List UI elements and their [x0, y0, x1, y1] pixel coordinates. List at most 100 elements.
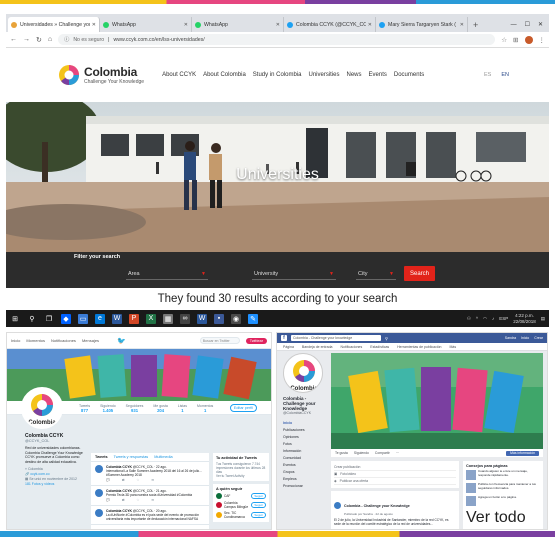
- nav-documents[interactable]: Documents: [394, 72, 424, 78]
- city-select[interactable]: City ▼: [356, 268, 396, 280]
- powerpoint-icon[interactable]: P: [129, 313, 139, 324]
- suggested-account[interactable]: Sec. TIC Cundinamarca Seguir: [216, 511, 266, 519]
- like-icon[interactable]: ♡: [137, 498, 140, 502]
- ccyk-logo[interactable]: Colombia Challenge Your Knowledge: [58, 64, 144, 86]
- wifi-icon[interactable]: ◠: [483, 316, 487, 322]
- tab-tweets[interactable]: Tweets: [95, 455, 108, 459]
- back-icon[interactable]: ←: [10, 36, 17, 43]
- twitter-nav-messages[interactable]: Mensajes: [82, 338, 99, 343]
- facebook-search-input[interactable]: Colombia - Challenge your knowledge: [291, 335, 381, 341]
- calculator-icon[interactable]: ▦: [163, 313, 173, 324]
- fb-profile-link[interactable]: Sandra: [505, 336, 516, 340]
- star-icon[interactable]: ☆: [501, 36, 507, 44]
- stat-tweets[interactable]: Tweets 877: [79, 404, 90, 414]
- browser-tab-whatsapp[interactable]: WhatsApp ✕: [100, 17, 192, 32]
- fb-tip-item[interactable]: Agrega un botón a tu página.: [466, 495, 540, 506]
- fb-create-post-input[interactable]: Crear publicación: [334, 464, 456, 471]
- fb-left-nav-item[interactable]: Publicaciones: [283, 426, 327, 433]
- excel-icon[interactable]: X: [146, 313, 156, 324]
- edge-icon[interactable]: e: [95, 313, 105, 324]
- share-icon[interactable]: ✉: [152, 478, 155, 482]
- reload-icon[interactable]: ↻: [36, 36, 42, 44]
- paint-icon[interactable]: ✎: [248, 313, 258, 324]
- fb-learn-more-button[interactable]: Más información: [506, 450, 539, 456]
- twitter-nav-home[interactable]: Inicio: [11, 338, 20, 343]
- stat-lists[interactable]: Listas 1: [178, 404, 187, 414]
- university-select[interactable]: University ▼: [252, 268, 336, 280]
- language-indicator[interactable]: ESP: [499, 316, 508, 321]
- minimize-icon[interactable]: —: [511, 22, 517, 28]
- twitter-nav-notifications[interactable]: Notificaciones: [51, 338, 76, 343]
- tweet[interactable]: Colombia CCYK @CCYK_COL · 20 ago. La #Un…: [91, 506, 209, 525]
- word-icon[interactable]: W: [112, 313, 122, 324]
- browser-tab-universidades[interactable]: Universidades » Challenge you... ✕: [8, 17, 100, 32]
- follow-button[interactable]: Seguir: [251, 512, 266, 518]
- retweet-icon[interactable]: ⇄: [122, 498, 125, 502]
- address-bar[interactable]: ⓘ No es seguro | www.ccyk.com.co/en/lss-…: [58, 34, 496, 45]
- suggested-account[interactable]: CAF Seguir: [216, 493, 266, 499]
- fb-offer-button[interactable]: ◈ Publicar una oferta: [334, 478, 456, 485]
- network-app-icon[interactable]: ∞: [180, 313, 190, 324]
- close-tab-icon[interactable]: ✕: [368, 22, 372, 28]
- tab-tweets-replies[interactable]: Tweets y respuestas: [114, 455, 149, 459]
- forward-icon[interactable]: →: [23, 36, 30, 43]
- share-icon[interactable]: ✉: [152, 498, 155, 502]
- windows-start-icon[interactable]: ⊞: [10, 314, 20, 324]
- fb-tab-insights[interactable]: Estadísticas: [370, 345, 389, 349]
- task-view-icon[interactable]: ❐: [44, 314, 54, 324]
- fb-tab-notifications[interactable]: Notificaciones: [340, 345, 362, 349]
- twitter-search-input[interactable]: Buscar en Twitter: [199, 337, 240, 344]
- nav-universities[interactable]: Universities: [309, 72, 340, 78]
- lang-es[interactable]: ES: [484, 72, 491, 78]
- fb-tab-publishing-tools[interactable]: Herramientas de publicación: [397, 345, 441, 349]
- close-window-icon[interactable]: ✕: [538, 21, 543, 28]
- fb-tip-item[interactable]: Cuando alguien te envíe un mensaje, resp…: [466, 469, 540, 480]
- maximize-icon[interactable]: ☐: [525, 21, 530, 28]
- nav-about-ccyk[interactable]: About CCYK: [162, 72, 196, 78]
- fb-tip-item[interactable]: Publica con frecuencia para mantener a t…: [466, 482, 540, 493]
- fb-left-nav-item[interactable]: Fotos: [283, 440, 327, 447]
- tray-arrow-icon[interactable]: ^: [476, 316, 478, 321]
- fb-see-all-button[interactable]: Ver todo: [466, 509, 526, 526]
- tweet-button[interactable]: Twittear: [245, 337, 267, 344]
- facebook-page-avatar[interactable]: Colombia: [283, 353, 323, 393]
- tweet[interactable]: Colombia CCYK @CCYK_COL · 21 ago. Premio…: [91, 486, 209, 506]
- dropbox-icon[interactable]: ◆: [61, 313, 71, 324]
- stat-following[interactable]: Siguiendo 1.405: [100, 404, 116, 414]
- photos-link[interactable]: 181 Fotos y videos: [25, 482, 85, 487]
- fb-left-nav-item[interactable]: Inicio: [283, 419, 327, 426]
- menu-icon[interactable]: ⋮: [539, 36, 546, 44]
- fb-home-link[interactable]: Inicio: [521, 336, 529, 340]
- chrome-icon[interactable]: ◉: [231, 313, 241, 324]
- fb-left-nav-item[interactable]: Eventos: [283, 461, 327, 468]
- clock[interactable]: 4:22 p.m. 22/08/2018: [513, 313, 536, 324]
- reply-icon[interactable]: 💬: [106, 498, 110, 502]
- lang-en[interactable]: EN: [501, 72, 509, 78]
- suggested-account[interactable]: Colombia Campus Bilingüe Seguir: [216, 501, 266, 509]
- close-tab-icon[interactable]: ✕: [276, 22, 280, 28]
- fb-create-link[interactable]: Crear: [534, 336, 543, 340]
- word-doc-icon[interactable]: W: [197, 313, 207, 324]
- fb-left-nav-item[interactable]: Promocionar: [283, 482, 327, 489]
- fb-like-button[interactable]: Te gusta: [335, 451, 348, 455]
- fb-photo-video-button[interactable]: ▣ Foto/video: [334, 471, 456, 478]
- facebook-cover-photo[interactable]: [331, 353, 543, 449]
- fb-left-nav-item[interactable]: Grupos: [283, 468, 327, 475]
- nav-study-in-colombia[interactable]: Study in Colombia: [253, 72, 302, 78]
- profile-link[interactable]: ccyk.com.co: [30, 472, 49, 476]
- app-icon[interactable]: ▪: [214, 313, 224, 324]
- new-tab-button[interactable]: +: [468, 17, 483, 32]
- fb-tab-page[interactable]: Página: [283, 345, 294, 349]
- retweet-icon[interactable]: ⇄: [122, 478, 125, 482]
- area-select[interactable]: Area ▼: [126, 268, 208, 280]
- people-icon[interactable]: ⚇: [467, 316, 471, 322]
- browser-tab-twitter-ccyk[interactable]: Colombia CCYK (@CCYK_COL) ✕: [284, 17, 376, 32]
- fb-tab-more[interactable]: Más: [450, 345, 457, 349]
- search-icon[interactable]: ⚲: [27, 314, 37, 324]
- fb-left-nav-item[interactable]: Opiniones: [283, 433, 327, 440]
- notifications-icon[interactable]: ▤: [541, 316, 545, 322]
- browser-tab-twitter-mary[interactable]: Mary Sierra Targaryen Stark ( ✕: [376, 17, 468, 32]
- tweet-activity-link[interactable]: Ver tu Tweet Activity: [216, 474, 266, 478]
- fb-following-button[interactable]: Siguiendo: [354, 451, 369, 455]
- profile-avatar[interactable]: [524, 35, 533, 44]
